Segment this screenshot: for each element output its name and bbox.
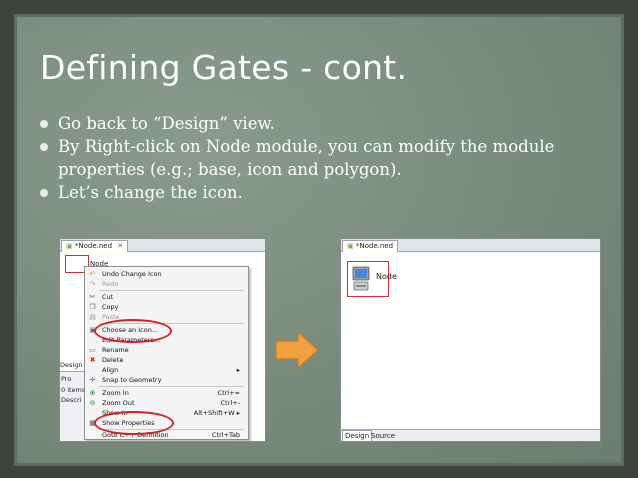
menu-item-redo[interactable]: ↷ Redo xyxy=(85,279,248,289)
redo-icon: ↷ xyxy=(89,280,96,288)
editor-screenshot-before: ▣ *Node.ned ✕ Node Design Pro 0 items De… xyxy=(59,238,266,442)
editor-screenshot-after: ▣ *Node.ned Node Design Source xyxy=(340,238,601,442)
node-module[interactable]: Node xyxy=(347,261,397,297)
highlight-ellipse-show-properties xyxy=(94,411,174,435)
tab-title: *Node.ned xyxy=(74,242,113,250)
panel-column-header: Descri xyxy=(61,396,82,404)
menu-item-zoom-out[interactable]: ⊖ Zoom Out Ctrl+- xyxy=(85,398,248,408)
bullet-text: Go back to “Design” view. xyxy=(58,114,275,133)
menu-separator xyxy=(99,290,244,291)
slide-frame: Defining Gates - cont. Go back to “Desig… xyxy=(0,0,638,478)
editor-bottom-tabs: Design Source xyxy=(341,429,600,441)
submenu-arrow-icon: ▸ xyxy=(236,366,240,374)
bullet-item: Let’s change the icon. xyxy=(38,181,598,204)
bullet-text: Let’s change the icon. xyxy=(58,183,243,202)
snap-icon: ✛ xyxy=(89,376,96,384)
menu-item-delete[interactable]: ✖ Delete xyxy=(85,355,248,365)
bullet-item: Go back to “Design” view. xyxy=(38,112,598,135)
bullet-text: By Right-click on Node module, you can m… xyxy=(58,137,555,179)
menu-item-copy[interactable]: ❐ Copy xyxy=(85,302,248,312)
highlight-ellipse-choose-icon xyxy=(94,319,172,343)
menu-item-align[interactable]: Align ▸ xyxy=(85,365,248,375)
tab-design[interactable]: Design xyxy=(342,430,373,441)
zoom-out-icon: ⊖ xyxy=(89,399,96,407)
menu-separator xyxy=(99,386,244,387)
node-label: Node xyxy=(376,272,397,281)
bullet-list: Go back to “Design” view. By Right-click… xyxy=(38,112,598,204)
editor-tab-bar: ▣ *Node.ned xyxy=(341,239,600,252)
menu-item-snap-to-geometry[interactable]: ✛ Snap to Geometry xyxy=(85,375,248,385)
menu-item-rename[interactable]: ▭ Rename xyxy=(85,345,248,355)
arrow-right-icon xyxy=(275,330,319,370)
close-icon[interactable]: ✕ xyxy=(117,242,123,250)
slide-title: Defining Gates - cont. xyxy=(40,48,408,87)
editor-tab[interactable]: ▣ *Node.ned xyxy=(342,240,399,252)
cut-icon: ✂ xyxy=(89,293,96,301)
menu-item-cut[interactable]: ✂ Cut xyxy=(85,292,248,302)
delete-icon: ✖ xyxy=(89,356,96,364)
properties-panel: Pro 0 items Descri xyxy=(60,371,86,441)
bullet-dot-icon xyxy=(40,189,48,197)
copy-icon: ❐ xyxy=(89,303,96,311)
bullet-dot-icon xyxy=(40,143,48,151)
tab-source[interactable]: Source xyxy=(369,431,397,441)
menu-item-zoom-in[interactable]: ⊕ Zoom In Ctrl+= xyxy=(85,388,248,398)
panel-tab[interactable]: Pro xyxy=(61,375,71,383)
ned-file-icon: ▣ xyxy=(347,242,354,250)
menu-item-undo[interactable]: ↶ Undo Change Icon xyxy=(85,269,248,279)
tab-title: *Node.ned xyxy=(355,242,394,250)
bullet-dot-icon xyxy=(40,120,48,128)
bullet-item: By Right-click on Node module, you can m… xyxy=(38,135,598,181)
computer-icon xyxy=(352,266,370,291)
editor-tab[interactable]: ▣ *Node.ned ✕ xyxy=(61,240,129,252)
rename-icon: ▭ xyxy=(89,346,96,354)
design-tab[interactable]: Design xyxy=(60,361,82,369)
ned-file-icon: ▣ xyxy=(66,242,73,250)
zoom-in-icon: ⊕ xyxy=(89,389,96,397)
paste-icon: ▤ xyxy=(89,313,96,321)
undo-icon: ↶ xyxy=(89,270,96,278)
panel-status: 0 items xyxy=(61,386,86,394)
editor-tab-bar: ▣ *Node.ned ✕ xyxy=(60,239,265,252)
